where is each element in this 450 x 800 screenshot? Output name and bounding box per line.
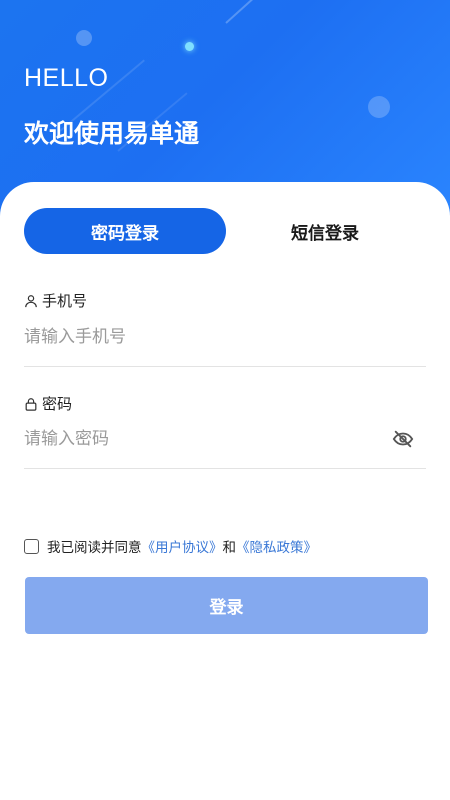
user-agreement-link[interactable]: 《用户协议》	[142, 536, 223, 556]
user-icon	[25, 294, 37, 307]
password-label: 密码	[24, 393, 72, 414]
eye-off-icon[interactable]	[392, 428, 414, 450]
phone-label-text: 手机号	[42, 292, 88, 310]
agreement-row: 我已阅读并同意 《用户协议》 和 《隐私政策》	[24, 536, 317, 556]
agreement-checkbox[interactable]	[24, 538, 39, 554]
decor-circle	[185, 42, 194, 51]
phone-input[interactable]	[24, 322, 354, 352]
login-card: 密码登录 短信登录 手机号 密码 我已阅读并同意 《用户协议》 和 《隐私政策》…	[0, 182, 450, 800]
agreement-conjunction: 和	[222, 540, 237, 556]
tab-password-login[interactable]: 密码登录	[24, 208, 226, 254]
tab-sms-login[interactable]: 短信登录	[224, 208, 426, 254]
decor-circle	[76, 30, 92, 46]
welcome-title: 欢迎使用易单通	[24, 119, 200, 148]
login-button[interactable]: 登录	[25, 577, 428, 634]
phone-divider	[24, 366, 426, 367]
password-divider	[24, 468, 426, 469]
decor-line	[225, 0, 264, 24]
login-tabs: 密码登录 短信登录	[24, 208, 426, 254]
privacy-policy-link[interactable]: 《隐私政策》	[236, 536, 317, 556]
agreement-prefix: 我已阅读并同意	[47, 540, 142, 556]
password-label-text: 密码	[42, 395, 73, 413]
decor-circle	[368, 96, 390, 118]
lock-icon	[25, 397, 37, 411]
phone-label: 手机号	[24, 290, 87, 311]
password-input[interactable]	[24, 424, 354, 454]
hello-title: HELLO	[24, 64, 109, 92]
